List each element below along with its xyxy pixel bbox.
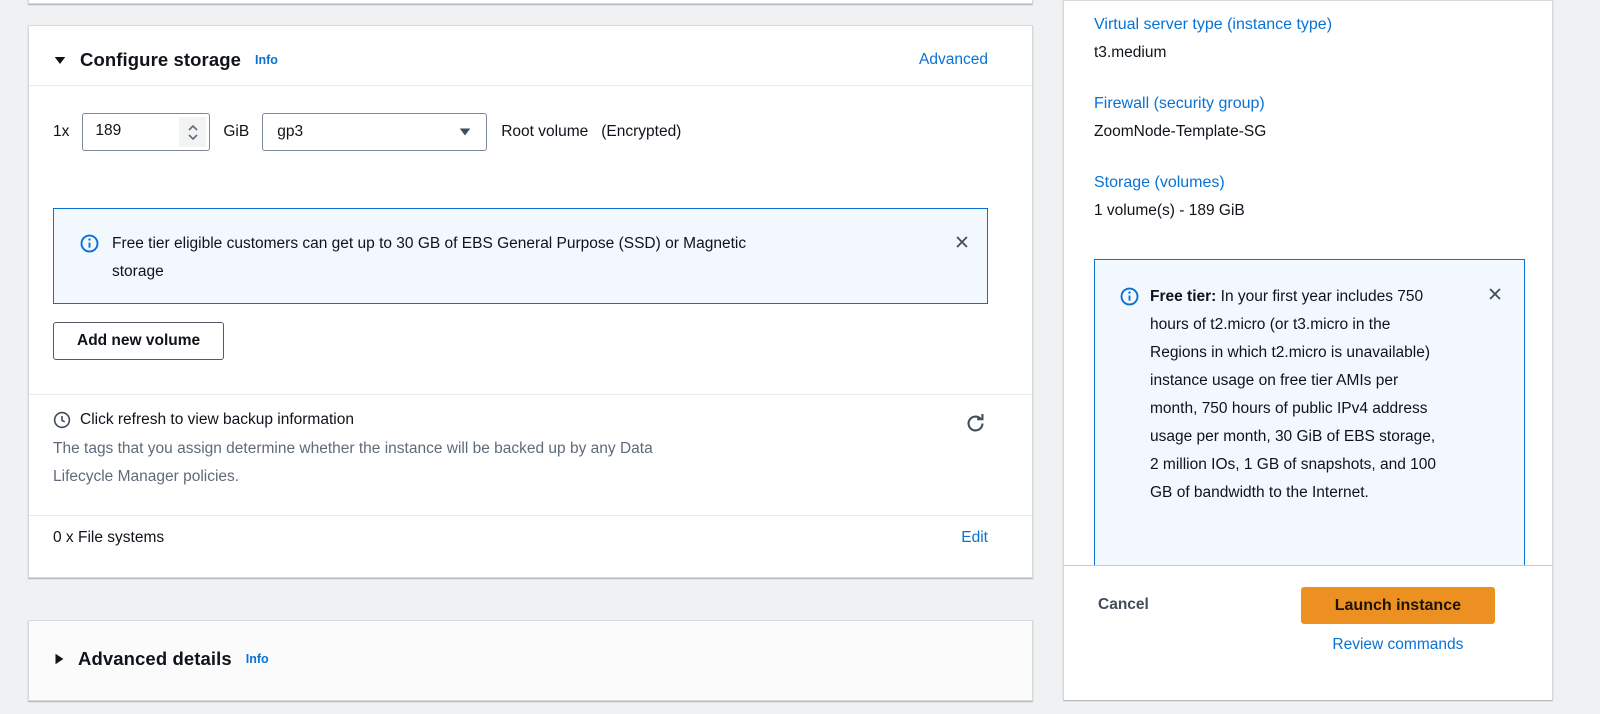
stepper-up-icon [188, 125, 198, 131]
caret-right-icon[interactable] [53, 652, 65, 666]
volume-count-label: 1x [53, 123, 69, 141]
volume-type-select[interactable]: gp3 [262, 113, 487, 151]
advanced-details-section: Advanced details Info [28, 620, 1033, 701]
configure-storage-section: Configure storage Info Advanced 1x GiB g… [28, 25, 1033, 578]
caret-down-icon[interactable] [53, 53, 67, 67]
free-tier-note-title: Free tier: [1150, 288, 1216, 305]
volume-name-label: Root volume [501, 123, 588, 141]
free-tier-note-text: Free tier: In your first year includes 7… [1150, 283, 1442, 507]
info-circle-icon [80, 234, 99, 253]
configure-storage-info-link[interactable]: Info [255, 53, 278, 67]
volume-row: 1x GiB gp3 Root volume (Encrypted) [53, 113, 988, 151]
storage-volumes-link[interactable]: Storage (volumes) [1094, 174, 1526, 192]
volume-size-input[interactable] [83, 114, 181, 148]
close-icon[interactable] [1486, 285, 1504, 303]
add-new-volume-button[interactable]: Add new volume [53, 322, 224, 360]
edit-file-systems-link[interactable]: Edit [961, 529, 988, 547]
select-caret-icon [458, 126, 472, 138]
file-systems-row: 0 x File systems Edit [53, 529, 988, 547]
backup-title: Click refresh to view backup information [80, 411, 354, 429]
volume-size-field[interactable] [82, 113, 210, 151]
section-title: Advanced details [78, 648, 232, 670]
summary-panel: Virtual server type (instance type) t3.m… [1063, 0, 1553, 700]
info-circle-icon [1120, 287, 1139, 306]
divider [29, 515, 1032, 516]
instance-type-link[interactable]: Virtual server type (instance type) [1094, 16, 1526, 34]
cancel-button[interactable]: Cancel [1098, 596, 1149, 614]
footer-actions: Launch instance Review commands [1301, 587, 1495, 654]
previous-section-edge [28, 0, 1033, 4]
volume-size-stepper[interactable] [179, 117, 206, 147]
alert-text: Free tier eligible customers can get up … [112, 230, 784, 286]
review-commands-link[interactable]: Review commands [1332, 636, 1463, 654]
section-title: Configure storage [80, 49, 241, 71]
volume-unit-label: GiB [223, 123, 249, 141]
advanced-link[interactable]: Advanced [919, 51, 988, 69]
volume-encrypted-label: (Encrypted) [601, 123, 681, 141]
volume-type-value: gp3 [277, 123, 303, 141]
instance-type-value: t3.medium [1094, 44, 1526, 62]
security-group-value: ZoomNode-Template-SG [1094, 123, 1526, 141]
free-tier-note: Free tier: In your first year includes 7… [1094, 259, 1525, 565]
backup-title-row: Click refresh to view backup information [53, 411, 988, 429]
refresh-icon[interactable] [965, 413, 986, 434]
close-icon[interactable] [953, 233, 971, 251]
backup-info-block: Click refresh to view backup information… [53, 411, 988, 490]
summary-footer: Cancel Launch instance Review commands [1064, 565, 1552, 700]
advanced-details-info-link[interactable]: Info [246, 652, 269, 666]
stepper-down-icon [188, 134, 198, 140]
advanced-details-header[interactable]: Advanced details Info [29, 621, 1032, 684]
divider [29, 394, 1032, 395]
security-group-link[interactable]: Firewall (security group) [1094, 95, 1526, 113]
configure-storage-header[interactable]: Configure storage Info Advanced [29, 26, 1032, 86]
summary-field-security-group: Firewall (security group) ZoomNode-Templ… [1094, 95, 1526, 141]
clock-icon [53, 411, 71, 429]
configure-storage-body: 1x GiB gp3 Root volume (Encrypted) [29, 113, 1032, 547]
storage-volumes-value: 1 volume(s) - 189 GiB [1094, 202, 1526, 220]
file-systems-label: 0 x File systems [53, 529, 164, 547]
launch-instance-button[interactable]: Launch instance [1301, 587, 1495, 624]
backup-description: The tags that you assign determine wheth… [53, 435, 653, 490]
summary-field-storage: Storage (volumes) 1 volume(s) - 189 GiB [1094, 174, 1526, 220]
summary-field-instance-type: Virtual server type (instance type) t3.m… [1094, 16, 1526, 62]
summary-scroll-area[interactable]: Virtual server type (instance type) t3.m… [1064, 1, 1552, 565]
free-tier-storage-alert: Free tier eligible customers can get up … [53, 208, 988, 304]
